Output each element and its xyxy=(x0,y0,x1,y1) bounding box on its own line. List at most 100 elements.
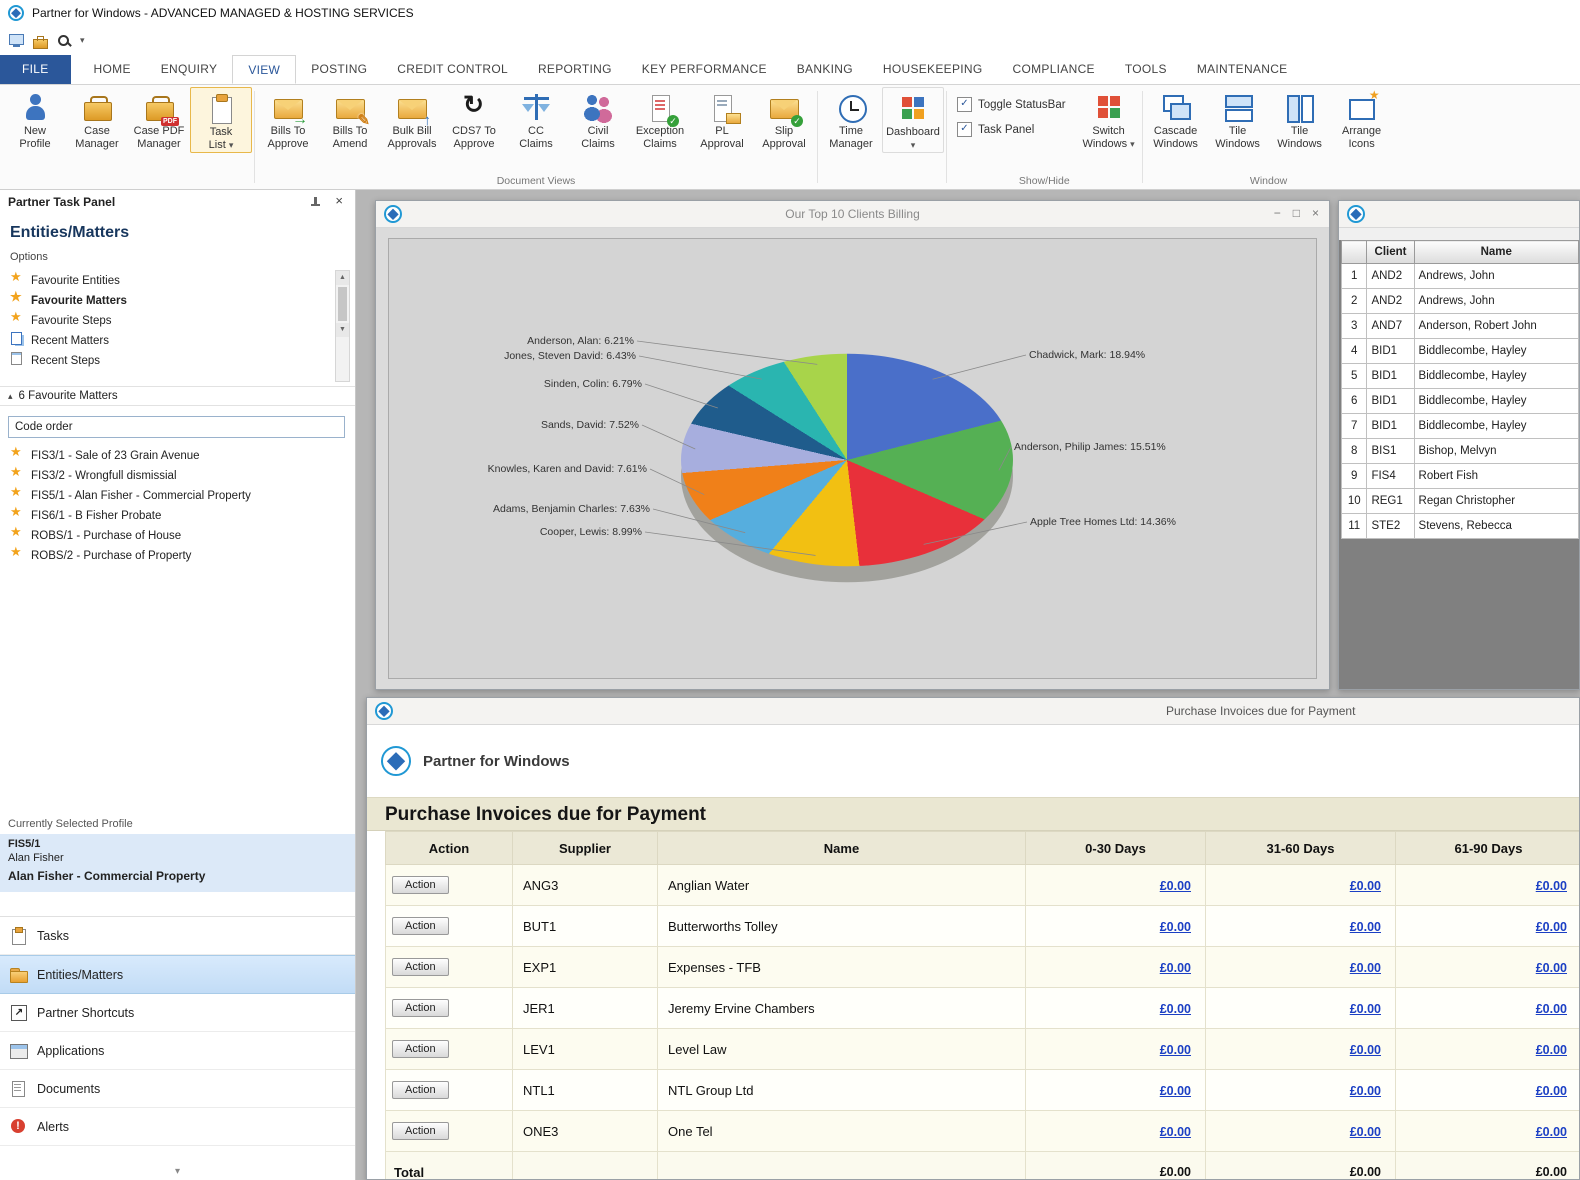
ribbon-button[interactable]: Bills ToApprove xyxy=(257,87,319,151)
client-table-row[interactable]: 1 AND2 Andrews, John xyxy=(1340,263,1579,289)
invoice-window-titlebar[interactable]: Purchase Invoices due for Payment xyxy=(367,698,1579,725)
action-button[interactable]: Action xyxy=(392,917,449,935)
client-table-row[interactable]: 4 BID1 Biddlecombe, Hayley xyxy=(1340,338,1579,364)
ribbon-button[interactable]: Bulk BillApprovals xyxy=(381,87,443,151)
task-panel-option[interactable]: Recent Matters xyxy=(4,329,329,349)
amount-link-61-90[interactable]: £0.00 xyxy=(1536,1084,1567,1098)
client-table-row[interactable]: 5 BID1 Biddlecombe, Hayley xyxy=(1340,363,1579,389)
ribbon-button[interactable]: Tile Windows xyxy=(1269,87,1331,151)
ribbon-tab[interactable]: TOOLS xyxy=(1110,55,1182,84)
amount-link-0-30[interactable]: £0.00 xyxy=(1160,961,1191,975)
ribbon-button[interactable]: Cascade Windows xyxy=(1145,87,1207,151)
ribbon-button[interactable]: CDS7 ToApprove xyxy=(443,87,505,151)
ribbon-checkbox[interactable]: ✓ Task Panel xyxy=(957,122,1066,137)
client-table-row[interactable]: 8 BIS1 Bishop, Melvyn xyxy=(1340,438,1579,464)
ribbon-button[interactable]: New Profile xyxy=(4,87,66,151)
amount-link-31-60[interactable]: £0.00 xyxy=(1350,1043,1381,1057)
amount-link-0-30[interactable]: £0.00 xyxy=(1160,1043,1191,1057)
amount-link-31-60[interactable]: £0.00 xyxy=(1350,1125,1381,1139)
ribbon-tab[interactable]: REPORTING xyxy=(523,55,627,84)
amount-link-0-30[interactable]: £0.00 xyxy=(1160,1084,1191,1098)
ribbon-button[interactable]: Bills ToAmend xyxy=(319,87,381,151)
maximize-icon[interactable]: □ xyxy=(1293,206,1300,220)
ribbon-button[interactable]: PL Approval xyxy=(691,87,753,151)
pin-icon[interactable] xyxy=(309,196,321,208)
scroll-thumb[interactable] xyxy=(338,287,347,321)
options-scrollbar[interactable]: ▲ ▼ xyxy=(335,270,350,382)
ribbon-button[interactable]: CC Claims xyxy=(505,87,567,151)
ribbon-tab[interactable]: COMPLIANCE xyxy=(998,55,1110,84)
favourite-matter-item[interactable]: FIS5/1 - Alan Fisher - Commercial Proper… xyxy=(4,484,351,504)
briefcase-icon[interactable] xyxy=(32,33,49,49)
ribbon-button[interactable]: SlipApproval xyxy=(753,87,815,151)
ribbon-tab[interactable]: VIEW xyxy=(232,55,297,84)
ribbon-tab[interactable]: CREDIT CONTROL xyxy=(382,55,523,84)
binoculars-search-icon[interactable] xyxy=(56,33,73,49)
sidebar-nav-item[interactable]: Documents xyxy=(0,1070,355,1108)
minimize-icon[interactable]: − xyxy=(1274,206,1281,220)
ribbon-tab[interactable]: ENQUIRY xyxy=(146,55,233,84)
client-table-row[interactable]: 9 FIS4 Robert Fish xyxy=(1340,463,1579,489)
sidebar-nav-item[interactable]: Partner Shortcuts xyxy=(0,994,355,1032)
task-panel-option[interactable]: Favourite Steps xyxy=(4,309,329,329)
scroll-down-icon[interactable]: ▼ xyxy=(336,323,349,337)
client-table-row[interactable]: 7 BID1 Biddlecombe, Hayley xyxy=(1340,413,1579,439)
ribbon-tab[interactable]: MAINTENANCE xyxy=(1182,55,1303,84)
ribbon-tab[interactable]: KEY PERFORMANCE xyxy=(627,55,782,84)
chart-window-titlebar[interactable]: Our Top 10 Clients Billing − □ × xyxy=(376,201,1329,228)
amount-link-31-60[interactable]: £0.00 xyxy=(1350,961,1381,975)
amount-link-0-30[interactable]: £0.00 xyxy=(1160,879,1191,893)
selected-profile[interactable]: FIS5/1 Alan Fisher Alan Fisher - Commerc… xyxy=(0,834,355,892)
favourite-matter-item[interactable]: ROBS/2 - Purchase of Property xyxy=(4,544,351,564)
title-bar[interactable]: Partner for Windows - ADVANCED MANAGED &… xyxy=(0,0,1580,26)
amount-link-31-60[interactable]: £0.00 xyxy=(1350,1002,1381,1016)
ribbon-button[interactable]: Switch Windows ▾ xyxy=(1078,87,1140,151)
task-panel-option[interactable]: Favourite Matters xyxy=(4,289,329,309)
clients-window-titlebar[interactable] xyxy=(1339,201,1579,228)
favourite-matter-item[interactable]: FIS3/1 - Sale of 23 Grain Avenue xyxy=(4,444,351,464)
qat-dropdown-icon[interactable]: ▾ xyxy=(80,35,85,46)
ribbon-tab[interactable]: HOUSEKEEPING xyxy=(868,55,998,84)
action-button[interactable]: Action xyxy=(392,1081,449,1099)
client-table-row[interactable]: 2 AND2 Andrews, John xyxy=(1340,288,1579,314)
task-panel-option[interactable]: Favourite Entities xyxy=(4,269,329,289)
favourite-matter-item[interactable]: ROBS/1 - Purchase of House xyxy=(4,524,351,544)
ribbon-button[interactable]: ArrangeIcons xyxy=(1331,87,1393,151)
ribbon-tab[interactable]: BANKING xyxy=(782,55,868,84)
close-panel-icon[interactable]: × xyxy=(335,193,343,208)
client-table-row[interactable]: 6 BID1 Biddlecombe, Hayley xyxy=(1340,388,1579,414)
name-column-header[interactable]: Name xyxy=(1413,240,1579,264)
sidebar-nav-item[interactable]: Applications xyxy=(0,1032,355,1070)
sort-order-box[interactable]: Code order xyxy=(8,416,345,438)
action-button[interactable]: Action xyxy=(392,876,449,894)
action-button[interactable]: Action xyxy=(392,1040,449,1058)
ribbon-checkbox[interactable]: ✓ Toggle StatusBar xyxy=(957,97,1066,112)
collapse-icon[interactable]: ▴ xyxy=(8,391,13,401)
ribbon-button[interactable]: Time Manager xyxy=(820,87,882,151)
sidebar-nav-item[interactable]: Alerts xyxy=(0,1108,355,1146)
amount-link-61-90[interactable]: £0.00 xyxy=(1536,879,1567,893)
close-icon[interactable]: × xyxy=(1312,206,1319,220)
client-table-row[interactable]: 11 STE2 Stevens, Rebecca xyxy=(1340,513,1579,539)
client-table-row[interactable]: 10 REG1 Regan Christopher xyxy=(1340,488,1579,514)
nav-scroll-down-icon[interactable]: ▾ xyxy=(0,1166,355,1177)
amount-link-0-30[interactable]: £0.00 xyxy=(1160,1002,1191,1016)
favourite-matter-item[interactable]: FIS3/2 - Wrongfull dismissial xyxy=(4,464,351,484)
amount-link-61-90[interactable]: £0.00 xyxy=(1536,961,1567,975)
ribbon-tab[interactable]: HOME xyxy=(79,55,146,84)
ribbon-button[interactable]: Case Manager xyxy=(66,87,128,151)
desktop-icon[interactable] xyxy=(8,33,25,49)
ribbon-button[interactable]: Task List ▾ xyxy=(190,87,252,153)
ribbon-tab[interactable]: POSTING xyxy=(296,55,382,84)
favourite-matter-item[interactable]: FIS6/1 - B Fisher Probate xyxy=(4,504,351,524)
amount-link-0-30[interactable]: £0.00 xyxy=(1160,1125,1191,1139)
sidebar-nav-item[interactable]: Tasks xyxy=(0,917,355,955)
task-panel-option[interactable]: Recent Steps xyxy=(4,349,329,369)
amount-link-61-90[interactable]: £0.00 xyxy=(1536,1002,1567,1016)
favourite-matters-header[interactable]: ▴ 6 Favourite Matters xyxy=(0,386,355,406)
amount-link-61-90[interactable]: £0.00 xyxy=(1536,920,1567,934)
ribbon-button[interactable]: Tile Windows xyxy=(1207,87,1269,151)
ribbon-button[interactable]: Civil Claims xyxy=(567,87,629,151)
client-column-header[interactable]: Client xyxy=(1366,240,1415,264)
amount-link-31-60[interactable]: £0.00 xyxy=(1350,879,1381,893)
